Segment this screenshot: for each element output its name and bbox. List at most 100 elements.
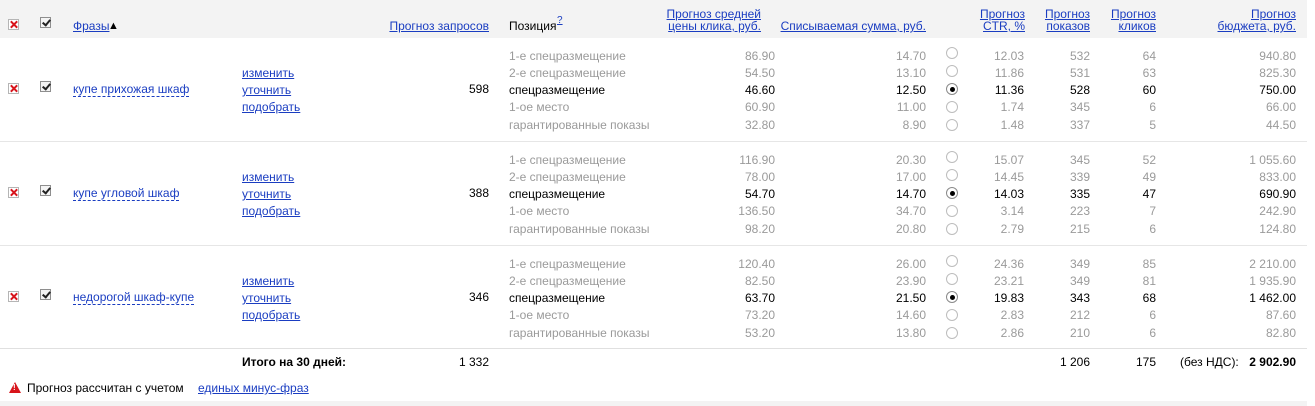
refine-link[interactable]: уточнить — [242, 188, 291, 201]
position-radio[interactable] — [946, 309, 958, 321]
position-radio[interactable] — [946, 65, 958, 77]
budget-header-line2[interactable]: бюджета, руб. — [1196, 20, 1297, 32]
edit-link[interactable]: изменить — [242, 67, 294, 80]
position-help-link[interactable]: ? — [557, 15, 563, 27]
forecast-requests-header[interactable]: Прогноз запросов — [370, 20, 489, 32]
budget-value: 750.00 — [1259, 83, 1296, 97]
select-all-checkbox[interactable] — [40, 17, 51, 28]
position-header: Позиция — [509, 19, 557, 33]
position-name: 2-е спецразмещение — [509, 170, 626, 184]
shows-value: 215 — [1069, 222, 1090, 236]
ctr-value: 12.03 — [993, 49, 1024, 63]
refine-link[interactable]: уточнить — [242, 84, 291, 97]
position-name: спецразмещение — [509, 291, 606, 305]
position-name: гарантированные показы — [509, 222, 650, 236]
delete-phrase-checkbox[interactable] — [8, 83, 19, 94]
position-radio[interactable] — [946, 273, 958, 285]
phrase-link[interactable]: купе угловой шкаф — [73, 187, 180, 201]
phrases-header-label[interactable]: Фразы — [73, 19, 109, 33]
phrase-checkbox[interactable] — [40, 289, 51, 300]
clicks-value: 64 — [1142, 49, 1156, 63]
clicks-value: 6 — [1149, 308, 1156, 322]
budget-value: 940.80 — [1259, 49, 1296, 63]
position-radio[interactable] — [946, 119, 958, 131]
note-text: Прогноз рассчитан с учетом — [27, 381, 184, 395]
position-radio[interactable] — [946, 255, 958, 267]
clicks-value: 52 — [1142, 153, 1156, 167]
position-name: 1-е спецразмещение — [509, 49, 626, 63]
ctr-value: 11.86 — [994, 66, 1024, 80]
price-value: 78.00 — [744, 170, 775, 184]
position-name: 2-е спецразмещение — [509, 274, 626, 288]
forecast-table: Фразы ▲ Прогноз запросов Позиция ? Прогн… — [0, 0, 1315, 406]
budget-value: 1 935.90 — [1249, 274, 1296, 288]
sort-phrases-link[interactable]: Фразы — [73, 20, 109, 32]
position-radio-selected[interactable] — [946, 291, 958, 303]
avg-click-price-header-line2[interactable]: цены клика, руб. — [630, 20, 761, 32]
price-value: 54.50 — [744, 66, 775, 80]
totals-label: Итого на 30 дней: — [242, 355, 347, 369]
phrase-checkbox[interactable] — [40, 185, 51, 196]
clicks-value: 68 — [1142, 291, 1156, 305]
position-radio[interactable] — [946, 327, 958, 339]
position-radio-selected[interactable] — [946, 83, 958, 95]
delete-phrase-checkbox[interactable] — [8, 187, 19, 198]
position-name: спецразмещение — [509, 83, 606, 97]
sum-value: 12.50 — [895, 83, 926, 97]
negative-phrases-link[interactable]: единых минус-фраз — [198, 382, 309, 395]
ctr-header-line2[interactable]: CTR, % — [965, 20, 1025, 32]
ctr-value: 24.36 — [993, 257, 1024, 271]
totals-budget: 2 902.90 — [1249, 355, 1296, 369]
edit-link[interactable]: изменить — [242, 275, 294, 288]
clicks-header-line2[interactable]: кликов — [1096, 20, 1156, 32]
position-name: гарантированные показы — [509, 326, 650, 340]
delete-all-checkbox[interactable] — [8, 19, 19, 30]
position-name: 1-ое место — [509, 308, 570, 322]
budget-value: 833.00 — [1259, 170, 1296, 184]
pick-link[interactable]: подобрать — [242, 205, 300, 218]
budget-value: 82.80 — [1265, 326, 1296, 340]
warning-icon — [9, 382, 21, 393]
ctr-value: 11.36 — [994, 83, 1024, 97]
position-radio[interactable] — [946, 151, 958, 163]
charged-sum-header[interactable]: Списываемая сумма, руб. — [770, 20, 926, 32]
ctr-value: 1.48 — [1000, 118, 1024, 132]
position-radio[interactable] — [946, 101, 958, 113]
totals-divider — [0, 348, 1307, 349]
position-name: 1-е спецразмещение — [509, 153, 626, 167]
requests-value: 598 — [468, 82, 489, 96]
budget-value: 124.80 — [1259, 222, 1296, 236]
price-value: 54.70 — [744, 187, 775, 201]
delete-phrase-checkbox[interactable] — [8, 291, 19, 302]
ctr-value: 23.21 — [993, 274, 1024, 288]
position-radio-selected[interactable] — [946, 187, 958, 199]
table-header: Фразы ▲ Прогноз запросов Позиция ? Прогн… — [0, 0, 1307, 38]
totals-requests: 1 332 — [458, 355, 489, 369]
position-radio[interactable] — [946, 205, 958, 217]
refine-link[interactable]: уточнить — [242, 292, 291, 305]
edit-link[interactable]: изменить — [242, 171, 294, 184]
ctr-value: 19.83 — [993, 291, 1024, 305]
position-radio[interactable] — [946, 47, 958, 59]
bottom-border — [0, 401, 1307, 406]
budget-value: 1 055.60 — [1249, 153, 1296, 167]
position-radio[interactable] — [946, 169, 958, 181]
pick-link[interactable]: подобрать — [242, 101, 300, 114]
sum-value: 11.00 — [896, 100, 926, 114]
sum-value: 14.70 — [895, 49, 926, 63]
position-name: спецразмещение — [509, 187, 606, 201]
shows-header-line2[interactable]: показов — [1030, 20, 1090, 32]
sum-value: 23.90 — [895, 274, 926, 288]
phrase-checkbox[interactable] — [40, 81, 51, 92]
phrase-link[interactable]: купе прихожая шкаф — [73, 83, 190, 97]
phrase-link[interactable]: недорогой шкаф-купе — [73, 291, 195, 305]
sum-value: 14.60 — [895, 308, 926, 322]
budget-value: 825.30 — [1259, 66, 1296, 80]
row-divider — [0, 141, 1307, 142]
shows-value: 531 — [1069, 66, 1090, 80]
totals-clicks: 175 — [1135, 355, 1156, 369]
position-name: 1-ое место — [509, 204, 570, 218]
pick-link[interactable]: подобрать — [242, 309, 300, 322]
budget-value: 2 210.00 — [1249, 257, 1296, 271]
position-radio[interactable] — [946, 223, 958, 235]
